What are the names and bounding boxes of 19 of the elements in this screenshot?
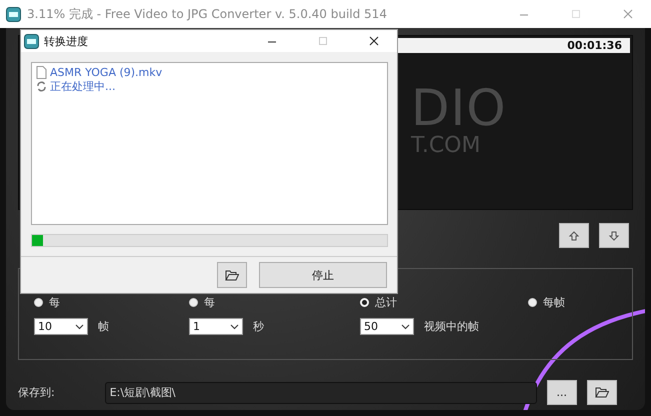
radio-option[interactable]: 总计 (360, 295, 528, 309)
save-label: 保存到: (18, 385, 55, 400)
unit-label: 帧 (98, 319, 109, 334)
radio-option[interactable]: 每 (34, 295, 189, 309)
list-item-text: ASMR YOGA (9).mkv (50, 66, 162, 78)
stop-button[interactable]: 停止 (259, 262, 387, 288)
time-label: 00:01:36 (567, 39, 622, 52)
window-title: 3.11% 完成 - Free Video to JPG Converter v. 5.0.40 build 514 (27, 6, 388, 22)
browse-button[interactable]: ... (546, 380, 577, 405)
count-select[interactable]: 50 (360, 318, 414, 335)
radio-option[interactable]: 每 (189, 295, 360, 309)
radio-option[interactable]: 每帧 (528, 295, 632, 309)
unit-label: 视频中的帧 (424, 319, 479, 334)
list-item-text: 正在处理中... (50, 78, 116, 94)
save-path-field[interactable]: E:\短剧\截图\ (104, 382, 537, 404)
count-select[interactable]: 1 (189, 318, 243, 335)
dialog-title: 转换进度 (44, 34, 89, 48)
unit-label: 秒 (253, 319, 264, 334)
count-select[interactable]: 10 (34, 318, 88, 335)
